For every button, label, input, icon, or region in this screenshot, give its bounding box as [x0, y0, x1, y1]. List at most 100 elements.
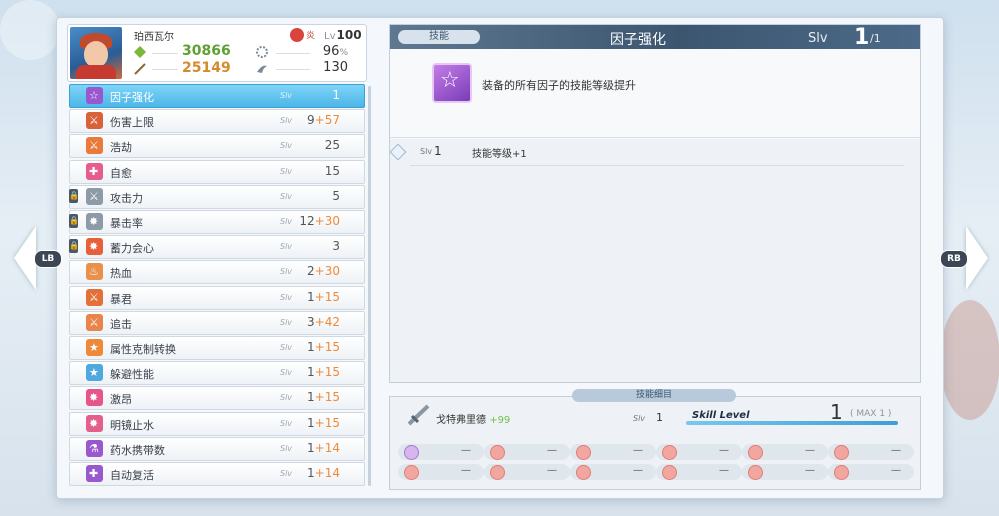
factor-star-icon: ☆ [432, 63, 472, 103]
tab-skill-details[interactable]: 技能细目 [572, 389, 736, 402]
rb-button[interactable]: RB [940, 250, 968, 268]
factor-slot-icon [404, 445, 419, 460]
factor-slot-icon [748, 445, 763, 460]
character-avatar [70, 27, 122, 79]
factor-slot-value: — [633, 445, 643, 456]
skill-name: 药水携带数 [110, 443, 165, 457]
skill-level: 1+15 [307, 290, 340, 304]
lock-icon: 🔒 [69, 188, 79, 203]
level-value: 100 [336, 28, 362, 42]
skill-row[interactable]: ⚔ 追击 Slv 3+42 [69, 310, 365, 335]
skill-icon: ☆ [86, 87, 103, 104]
skill-glyph: ⚔ [89, 114, 99, 128]
skill-row[interactable]: ⚗ 药水携带数 Slv 1+14 [69, 436, 365, 461]
factor-slot-icon [490, 465, 505, 480]
factor-slot[interactable]: — [398, 444, 484, 460]
skill-slv-label: Slv [280, 242, 293, 252]
skill-level: 1+15 [307, 390, 340, 404]
factor-slot-icon [490, 445, 505, 460]
factor-slot[interactable]: — [398, 464, 484, 480]
skill-row[interactable]: ♨ 热血 Slv 2+30 [69, 260, 365, 285]
factor-slot[interactable]: — [484, 444, 570, 460]
lb-button[interactable]: LB [34, 250, 62, 268]
detail-header: 技能 因子强化 Slv 1 /1 [390, 25, 920, 50]
attack-icon [134, 63, 146, 75]
skill-icon: ⚔ [86, 313, 103, 331]
skill-icon: ★ [86, 339, 103, 356]
diamond-bullet-icon [389, 143, 407, 161]
next-nav[interactable]: RB [940, 226, 990, 290]
stat-right-2: 130 [323, 60, 348, 75]
skill-level-label: Skill Level [692, 410, 750, 421]
factor-slot-value: — [547, 465, 557, 476]
skill-slv-label: Slv [280, 443, 293, 453]
factor-slot-icon [404, 465, 419, 480]
hp-value: 30866 [182, 43, 231, 59]
skill-icon: ♨ [86, 263, 103, 281]
skill-glyph: ✸ [89, 416, 99, 430]
factor-slot-value: — [719, 445, 729, 456]
weapon-name: 戈特弗里德 +99 [436, 411, 510, 426]
skill-level-value: 12 [299, 214, 315, 228]
skill-level-bar [686, 421, 898, 425]
factor-slot[interactable]: — [828, 444, 914, 460]
right-arrow-icon[interactable] [966, 226, 988, 290]
skill-icon: ✚ [86, 465, 103, 482]
skill-row[interactable]: 🔒 ✸ 暴击率 Slv 12+30 [69, 210, 365, 234]
skill-name: 明镜止水 [110, 418, 154, 432]
stat-right-1-unit: % [339, 48, 348, 58]
skill-slv-label: Slv [280, 368, 293, 378]
skill-slv-label: Slv [280, 343, 293, 352]
level-effect-row: Slv 1 技能等级+1 [389, 139, 920, 166]
skill-row[interactable]: ✚ 自愈 Slv 15 [69, 159, 365, 184]
skill-glyph: ⚔ [89, 139, 99, 153]
skill-row[interactable]: 🔒 ⚔ 攻击力 Slv 5 [69, 184, 365, 209]
prev-nav[interactable]: LB [10, 226, 62, 290]
factor-slot[interactable]: — [570, 444, 656, 460]
skill-level: 5 [332, 189, 340, 203]
factor-slot-icon [576, 465, 591, 480]
sword-icon [407, 404, 430, 426]
factor-slot[interactable]: — [656, 464, 742, 480]
factor-slot[interactable]: — [742, 444, 828, 460]
skill-row[interactable]: ★ 躲避性能 Slv 1+15 [69, 361, 365, 386]
factor-slot[interactable]: — [742, 464, 828, 480]
stat1-divider [276, 53, 310, 54]
skill-icon: ⚗ [86, 439, 103, 457]
skill-row[interactable]: ✸ 明镜止水 Slv 1+15 [69, 411, 365, 436]
skill-level-bonus: +42 [314, 314, 340, 329]
skill-level: 1+14 [307, 466, 340, 480]
skill-row[interactable]: ⚔ 浩劫 Slv 25 [69, 134, 365, 159]
skill-list[interactable]: ☆ 因子强化 Slv 1 ⚔ 伤害上限 Slv 9+57 ⚔ 浩劫 Slv 25 ✚ 自愈 Slv 15 🔒 ⚔ 攻… [67, 84, 365, 488]
skill-name: 伤害上限 [110, 116, 154, 130]
skill-name: 自动复活 [110, 469, 154, 482]
factor-slot[interactable]: — [570, 464, 656, 480]
skill-level-bonus: +15 [314, 390, 340, 405]
skill-name: 浩劫 [110, 141, 132, 155]
skill-level-value: 1 [307, 466, 315, 480]
skill-row[interactable]: ☆ 因子强化 Slv 1 [69, 84, 365, 108]
skill-row[interactable]: ★ 属性克制转换 Slv 1+15 [69, 336, 365, 360]
skill-slv-label: Slv [280, 393, 293, 403]
factor-slot[interactable]: — [656, 444, 742, 460]
skill-glyph: ⚔ [89, 290, 99, 304]
skill-row[interactable]: ⚔ 暴君 Slv 1+15 [69, 285, 365, 310]
skill-glyph: ⚗ [89, 441, 99, 455]
skill-row[interactable]: ✚ 自动复活 Slv 1+14 [69, 462, 365, 486]
left-arrow-icon[interactable] [14, 226, 36, 290]
factor-slot[interactable]: — [484, 464, 570, 480]
skill-row[interactable]: 🔒 ✸ 蓄力会心 Slv 3 [69, 235, 365, 260]
factor-slot[interactable]: — [828, 464, 914, 480]
skill-row[interactable]: ✸ 激昂 Slv 1+15 [69, 386, 365, 411]
skill-slv-label: Slv [280, 217, 293, 226]
skill-level: 1+15 [307, 365, 340, 379]
character-level: Lv100 [324, 28, 362, 42]
skill-list-scrollbar[interactable] [368, 86, 371, 486]
skill-level-value: 1 [307, 415, 315, 430]
level-effect-slv-label: Slv [420, 147, 433, 156]
skill-row[interactable]: ⚔ 伤害上限 Slv 9+57 [69, 109, 365, 134]
detail-title: 因子强化 [610, 32, 666, 48]
skill-level-value: 5 [332, 188, 340, 203]
tab-skill[interactable]: 技能 [398, 30, 480, 44]
skill-name: 属性克制转换 [110, 343, 176, 356]
